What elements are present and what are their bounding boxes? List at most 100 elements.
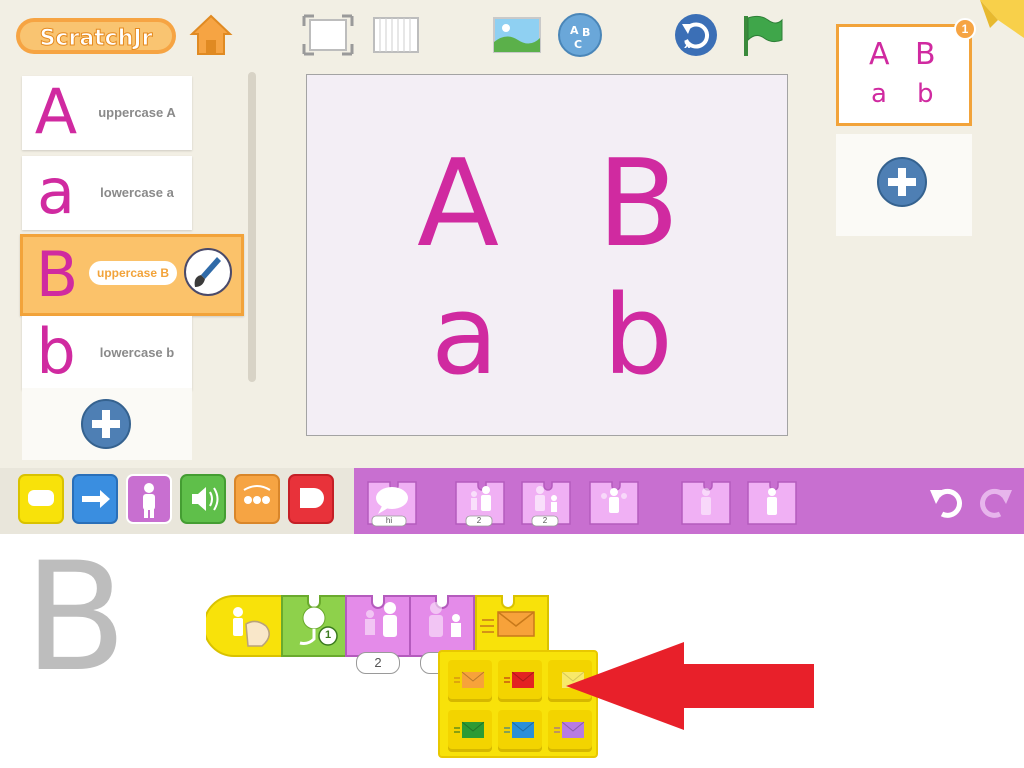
home-button[interactable] — [188, 12, 234, 58]
category-triggering-button[interactable] — [18, 474, 64, 524]
script-grow-block[interactable] — [344, 594, 414, 658]
envelope-icon — [504, 671, 535, 688]
category-looks-button[interactable] — [126, 474, 172, 524]
category-sound-button[interactable] — [180, 474, 226, 524]
envelope-icon — [504, 721, 535, 738]
redo-icon — [980, 488, 1012, 518]
undo-button[interactable] — [928, 484, 964, 518]
undo-icon — [930, 488, 962, 518]
sprite-label: lowercase b — [99, 345, 175, 360]
sound-number: 1 — [324, 629, 332, 641]
add-sprite-area — [22, 388, 192, 460]
palette-hide-block[interactable] — [678, 478, 734, 528]
background-icon — [493, 17, 541, 53]
message-color-blue[interactable] — [498, 710, 542, 752]
looks-person-icon — [126, 474, 172, 524]
message-color-orange[interactable] — [448, 660, 492, 702]
palette-shrink-block[interactable]: 2 — [518, 478, 574, 528]
sprite-thumbnail: a — [37, 155, 75, 228]
add-page-area — [836, 134, 972, 236]
sprite-card-lowercase-b[interactable]: b lowercase b — [22, 316, 192, 390]
envelope-icon — [475, 595, 549, 657]
stage-sprite-uppercase-b[interactable]: B — [597, 135, 679, 274]
palette-reset-size-block[interactable] — [586, 478, 642, 528]
grow-amount-field[interactable]: 2 — [356, 652, 400, 674]
thumb-letter: a — [871, 79, 887, 109]
shrink-person-icon — [409, 595, 475, 657]
envelope-icon — [454, 721, 485, 738]
page-number-badge: 1 — [954, 18, 976, 40]
svg-text:A: A — [570, 24, 579, 37]
grow-person-icon — [345, 595, 411, 657]
tap-trigger-icon — [203, 595, 287, 657]
thumb-letter: b — [917, 79, 934, 109]
home-icon — [189, 14, 233, 55]
corner-fold-icon — [980, 0, 1024, 38]
block-param-label: 2 — [476, 516, 482, 525]
palette-grow-block[interactable]: 2 — [452, 478, 508, 528]
script-play-recorded-sound-block[interactable]: 1 — [280, 594, 350, 658]
reset-characters-button[interactable]: x — [670, 12, 726, 58]
redo-button[interactable] — [978, 484, 1014, 518]
svg-text:C: C — [574, 38, 582, 51]
svg-text:x: x — [684, 40, 691, 51]
change-background-button[interactable] — [490, 12, 546, 58]
fullscreen-icon — [302, 14, 354, 56]
script-shrink-block[interactable] — [408, 594, 478, 658]
reset-icon: x — [675, 14, 717, 56]
message-color-green[interactable] — [448, 710, 492, 752]
grid-icon — [373, 17, 419, 53]
sprite-card-uppercase-a[interactable]: A uppercase A — [22, 76, 192, 150]
red-arrow-annotation — [566, 642, 816, 730]
paintbrush-icon — [184, 248, 232, 296]
trigger-category-icon — [18, 474, 64, 524]
script-send-message-block[interactable] — [474, 594, 550, 658]
sprite-thumbnail: A — [34, 75, 78, 148]
message-color-red[interactable] — [498, 660, 542, 702]
sprite-card-lowercase-a[interactable]: a lowercase a — [22, 156, 192, 230]
stage[interactable]: A B a b — [306, 74, 788, 436]
palette-say-block[interactable]: hi — [364, 478, 420, 528]
green-flag-button[interactable] — [736, 12, 792, 58]
scratchjr-logo: ScratchJr — [14, 14, 178, 58]
stage-sprite-lowercase-b[interactable]: b — [603, 271, 673, 399]
plus-icon — [81, 399, 131, 449]
logo-text: ScratchJr — [40, 26, 153, 51]
control-icon — [234, 474, 280, 524]
thumb-letter: A — [869, 37, 890, 72]
arrow-left-icon — [566, 642, 814, 730]
sprite-label: uppercase B — [89, 261, 178, 285]
grid-toggle-button[interactable] — [370, 12, 426, 58]
motion-arrow-icon — [72, 474, 118, 524]
presentation-mode-button[interactable] — [300, 12, 356, 58]
block-param-label: hi — [385, 516, 393, 525]
selected-sprite-watermark: B — [24, 531, 127, 705]
stage-sprite-uppercase-a[interactable]: A — [417, 135, 499, 274]
green-flag-icon — [744, 15, 783, 56]
sprite-list-scrollbar[interactable] — [248, 72, 256, 382]
thumb-letter: B — [915, 37, 936, 72]
end-block-icon — [288, 474, 334, 524]
project-info-tab[interactable] — [980, 0, 1024, 38]
text-abc-icon: A B C — [558, 13, 602, 57]
category-control-button[interactable] — [234, 474, 280, 524]
speaker-icon — [180, 474, 226, 524]
plus-icon — [877, 157, 927, 207]
page-thumbnail-1[interactable]: A B a b — [836, 24, 972, 126]
reset-size-person-icon — [589, 481, 639, 525]
envelope-icon — [454, 671, 485, 688]
block-param-label: 2 — [542, 516, 548, 525]
add-text-button[interactable]: A B C — [556, 12, 612, 58]
stage-sprite-lowercase-a[interactable]: a — [431, 271, 498, 399]
script-start-on-tap-block[interactable] — [203, 594, 290, 658]
sprite-thumbnail: b — [36, 315, 76, 388]
paint-editor-button[interactable] — [183, 247, 233, 297]
add-page-button[interactable] — [876, 156, 928, 208]
palette-show-block[interactable] — [744, 478, 800, 528]
add-sprite-button[interactable] — [80, 398, 132, 450]
category-end-button[interactable] — [288, 474, 334, 524]
sprite-card-uppercase-b[interactable]: B uppercase B — [20, 234, 244, 316]
sprite-label: lowercase a — [100, 185, 174, 200]
sprite-label: uppercase A — [98, 105, 176, 120]
category-motion-button[interactable] — [72, 474, 118, 524]
